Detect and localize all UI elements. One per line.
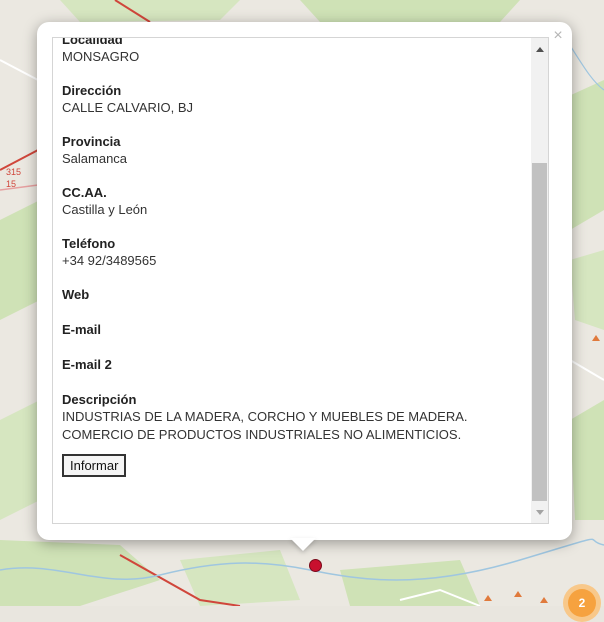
popup-content-frame[interactable]: Localidad MONSAGRO Dirección CALLE CALVA… [52,37,549,524]
scroll-down-icon[interactable] [536,510,544,515]
scroll-up-icon[interactable] [536,47,544,52]
field-value: MONSAGRO [62,49,140,64]
field-email: E-mail [62,321,522,338]
field-value: INDUSTRIAS DE LA MADERA, CORCHO Y MUEBLE… [62,409,468,442]
field-ccaa: CC.AA. Castilla y León [62,184,522,219]
marker-cluster[interactable]: 2 [563,584,601,622]
field-value: Castilla y León [62,202,148,217]
field-value: Salamanca [62,151,128,166]
field-label: E-mail 2 [62,357,112,372]
field-label: Localidad [62,37,123,47]
field-web: Web [62,286,522,303]
field-label: Web [62,287,90,302]
field-localidad: Localidad MONSAGRO [62,37,522,66]
peak-icon [514,591,522,597]
location-marker-icon[interactable] [309,559,322,572]
field-label: CC.AA. [62,185,107,200]
field-direccion: Dirección CALLE CALVARIO, BJ [62,82,522,117]
field-value: CALLE CALVARIO, BJ [62,100,194,115]
peak-icon [540,597,548,603]
road-label: 315 [6,167,22,177]
road-label: 15 [6,179,17,189]
field-label: E-mail [62,322,102,337]
field-email-2: E-mail 2 [62,356,522,373]
popup-content: Localidad MONSAGRO Dirección CALLE CALVA… [62,37,522,477]
field-label: Dirección [62,83,122,98]
close-icon[interactable]: × [548,26,568,46]
popup-tip [290,538,316,551]
field-telefono: Teléfono +34 92/3489565 [62,235,522,270]
peak-icon [484,595,492,601]
scrollbar[interactable] [531,38,548,523]
field-label: Descripción [62,392,137,407]
report-button[interactable]: Informar [62,454,127,477]
scroll-thumb[interactable] [532,163,547,501]
field-descripcion: Descripción INDUSTRIAS DE LA MADERA, COR… [62,391,522,444]
field-value: +34 92/3489565 [62,253,157,268]
cluster-count: 2 [568,589,596,617]
field-label: Provincia [62,134,121,149]
field-provincia: Provincia Salamanca [62,133,522,168]
peak-icon [592,335,600,341]
field-label: Teléfono [62,236,116,251]
